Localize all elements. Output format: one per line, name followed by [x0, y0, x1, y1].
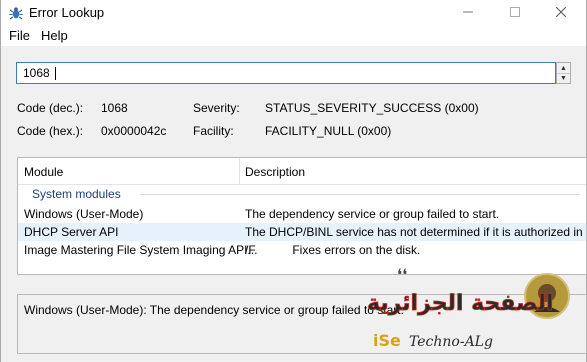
group-label: System modules [32, 187, 121, 201]
minimize-icon [463, 6, 473, 20]
facility-label: Facility: [193, 124, 234, 138]
code-dec-label: Code (dec.): [17, 101, 84, 115]
maximize-button[interactable] [498, 0, 532, 26]
error-code-input[interactable] [17, 63, 555, 83]
error-lookup-window: Error Lookup File Help ▲ ▼ Code (dec.): … [0, 0, 587, 362]
close-button[interactable] [544, 0, 578, 26]
menu-help[interactable]: Help [41, 28, 68, 43]
cell-description: The dependency service or group failed t… [245, 207, 500, 221]
text-caret [55, 67, 56, 80]
column-header-module[interactable]: Module [24, 165, 63, 179]
error-code-combobox[interactable] [16, 62, 556, 84]
results-list[interactable]: Module Description System modules Window… [17, 157, 587, 275]
table-row[interactable]: Image Mastering File System Imaging API.… [18, 241, 586, 259]
close-icon [555, 6, 567, 20]
cell-description: The DHCP/BINL service has not determined… [245, 225, 587, 239]
cell-description: /F Fixes errors on the disk. [245, 243, 421, 257]
severity-label: Severity: [193, 101, 240, 115]
message-box: Windows (User-Mode): The dependency serv… [17, 294, 587, 354]
code-hex-value: 0x0000042c [101, 124, 167, 138]
maximize-icon [510, 6, 520, 20]
cell-module: Image Mastering File System Imaging API.… [24, 243, 258, 257]
cell-module: DHCP Server API [24, 225, 119, 239]
list-header: Module Description [18, 158, 586, 185]
scroll-down-arrow-icon[interactable]: ▼ [557, 73, 570, 83]
minimize-button[interactable] [451, 0, 485, 26]
history-scroll[interactable]: ▲ ▼ [556, 62, 571, 84]
window-title: Error Lookup [29, 5, 105, 20]
code-hex-label: Code (hex.): [17, 124, 84, 138]
title-bar: Error Lookup [1, 0, 586, 26]
cell-module: Windows (User-Mode) [24, 207, 144, 221]
column-header-description[interactable]: Description [245, 165, 305, 179]
menu-bar: File Help [1, 26, 586, 46]
bug-icon [8, 5, 24, 21]
facility-value: FACILITY_NULL (0x00) [265, 124, 392, 138]
code-dec-value: 1068 [101, 101, 128, 115]
column-divider[interactable] [239, 158, 240, 184]
menu-file[interactable]: File [9, 28, 30, 43]
severity-value: STATUS_SEVERITY_SUCCESS (0x00) [265, 101, 479, 115]
group-divider [140, 194, 580, 195]
table-row[interactable]: Windows (User-Mode) The dependency servi… [18, 205, 586, 223]
message-text: Windows (User-Mode): The dependency serv… [24, 303, 404, 317]
group-header: System modules [18, 184, 586, 204]
table-row-selected[interactable]: DHCP Server API The DHCP/BINL service ha… [18, 223, 586, 241]
